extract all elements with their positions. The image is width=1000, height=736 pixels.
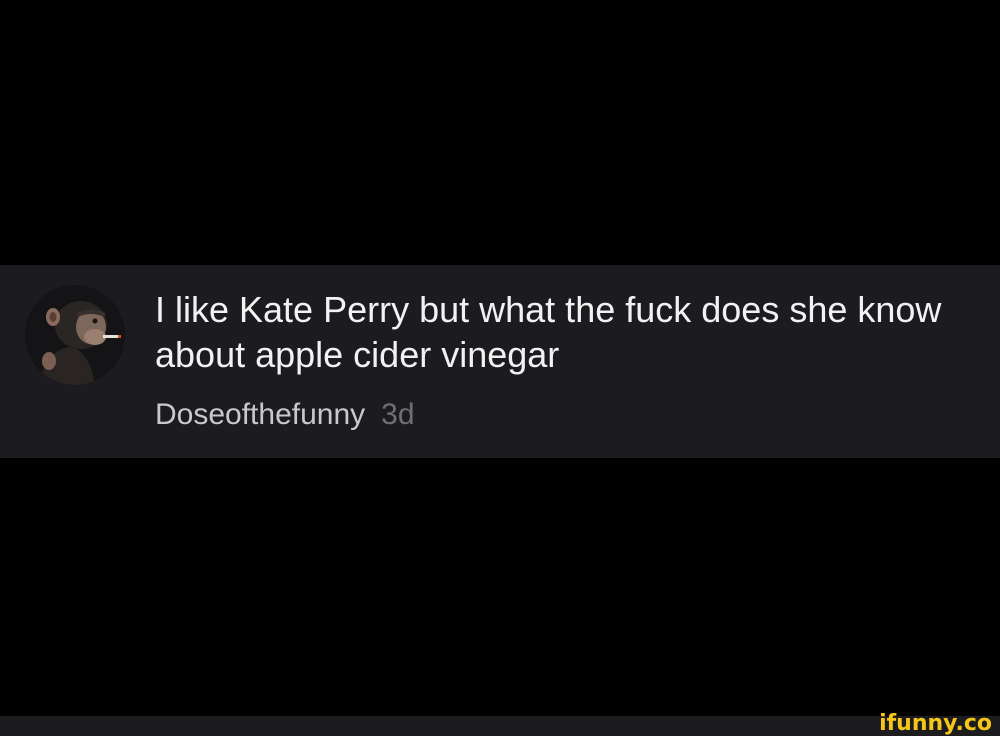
ifunny-watermark: ifunny.co	[879, 711, 992, 736]
smoking-monkey-icon	[25, 285, 125, 385]
comment-timestamp: 3d	[381, 398, 415, 431]
watermark-bar: ifunny.co	[0, 711, 1000, 736]
comment-card: I like Kate Perry but what the fuck does…	[0, 265, 1000, 458]
avatar[interactable]	[25, 285, 125, 385]
comment-meta: Doseofthefunny 3d	[155, 395, 415, 435]
page: I like Kate Perry but what the fuck does…	[0, 0, 1000, 736]
comment-text: I like Kate Perry but what the fuck does…	[155, 289, 942, 375]
author-link[interactable]: Doseofthefunny	[155, 398, 365, 431]
